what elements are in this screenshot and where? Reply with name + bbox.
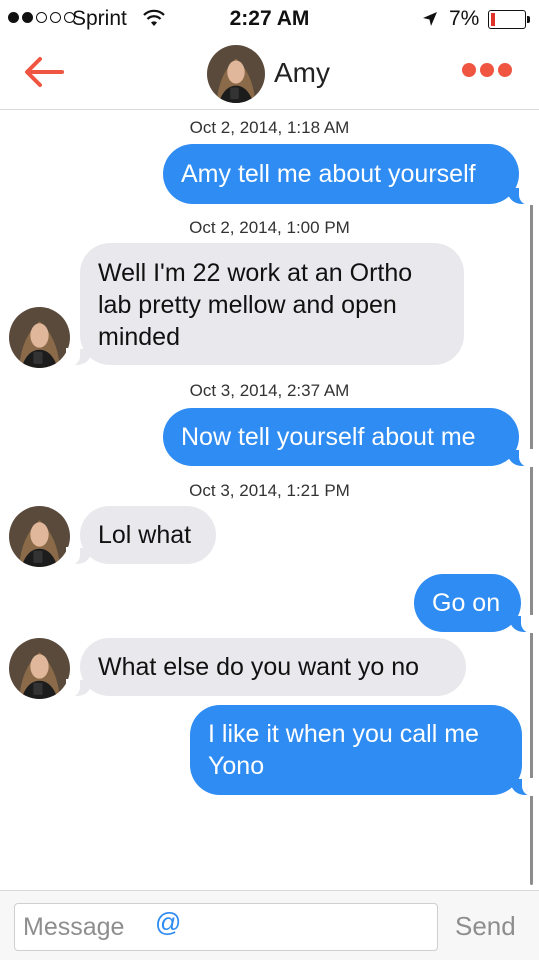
message-text-line: minded <box>98 323 180 351</box>
incoming-message[interactable]: Well I'm 22 work at an Ortho lab pretty … <box>66 243 464 366</box>
mention-icon[interactable]: @ <box>155 907 181 938</box>
message-text-line: I like it when you call me <box>208 720 479 748</box>
message-text: Amy tell me about yourself <box>181 160 476 188</box>
sender-avatar[interactable] <box>9 506 70 567</box>
outgoing-message[interactable]: I like it when you call me Yono <box>190 705 536 796</box>
message-composer: @ Send <box>0 890 539 960</box>
location-arrow-icon <box>423 12 437 26</box>
arrow-left-icon <box>25 57 64 87</box>
message-text: What else do you want yo no <box>98 653 420 681</box>
message-text: Go on <box>432 589 501 617</box>
chat-header: Amy <box>0 40 539 110</box>
message-text: Now tell yourself about me <box>181 423 476 451</box>
more-options-button[interactable] <box>462 63 512 77</box>
outgoing-message[interactable]: Now tell yourself about me <box>163 408 533 467</box>
battery-icon <box>488 10 526 29</box>
battery-percentage: 7% <box>449 7 480 30</box>
send-button[interactable]: Send <box>455 911 516 942</box>
incoming-message[interactable]: Lol what <box>66 506 216 565</box>
more-dots-icon <box>462 63 476 77</box>
incoming-message[interactable]: What else do you want yo no <box>66 638 466 697</box>
sender-avatar[interactable] <box>9 638 70 699</box>
message-text-line: lab pretty mellow and open <box>98 291 397 319</box>
message-timestamp: Oct 2, 2014, 1:00 PM <box>189 218 350 237</box>
message-timestamp: Oct 3, 2014, 1:21 PM <box>189 481 350 500</box>
contact-avatar[interactable] <box>207 45 265 103</box>
outgoing-message[interactable]: Go on <box>414 574 535 633</box>
sender-avatar[interactable] <box>9 307 70 368</box>
battery-nub <box>527 16 530 23</box>
back-button[interactable] <box>22 52 66 92</box>
message-input[interactable] <box>14 903 438 951</box>
message-text-line: Well I'm 22 work at an Ortho <box>98 259 413 287</box>
message-text-line: Yono <box>208 752 265 780</box>
message-text: Lol what <box>98 521 192 549</box>
message-timestamp: Oct 2, 2014, 1:18 AM <box>189 118 350 137</box>
message-timestamp: Oct 3, 2014, 2:37 AM <box>189 381 350 400</box>
status-bar: Sprint 2:27 AM 7% <box>0 0 539 40</box>
outgoing-message[interactable]: Amy tell me about yourself <box>163 144 533 205</box>
contact-name[interactable]: Amy <box>274 57 330 89</box>
